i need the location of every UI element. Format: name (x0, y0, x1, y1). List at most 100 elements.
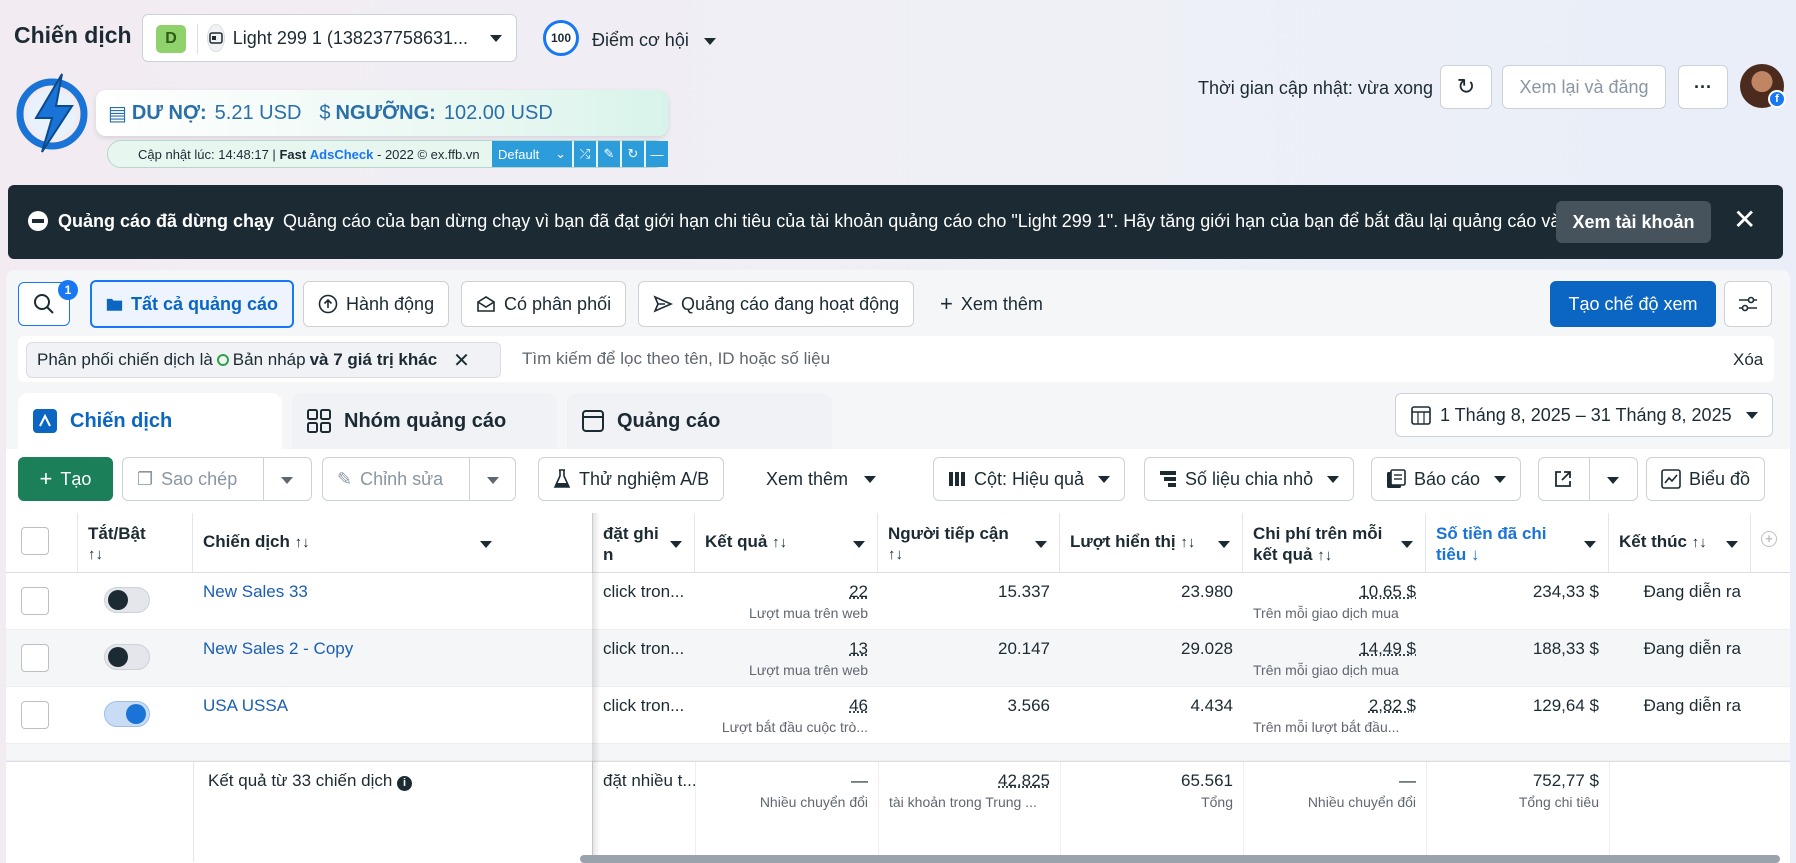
result-value[interactable]: 13 (705, 639, 868, 659)
summary-reach-value[interactable]: 42.825 (889, 771, 1050, 791)
edit-icon[interactable]: ✎ (598, 141, 620, 167)
header-attribution[interactable]: đặt ghi n (593, 513, 695, 573)
create-view-button[interactable]: Tạo chế độ xem (1550, 281, 1716, 327)
tab-adsets-label: Nhóm quảng cáo (344, 409, 507, 432)
export-button[interactable] (1538, 457, 1638, 501)
chevron-down-icon (1327, 475, 1340, 483)
tab-ads[interactable]: Quảng cáo (567, 393, 832, 449)
campaign-name-link[interactable]: USA USSA (193, 687, 593, 744)
breakdown-icon (1160, 471, 1176, 487)
header-cost-per-result[interactable]: Chi phí trên mỗi kết quả ↑↓ (1243, 513, 1426, 573)
more-options-button[interactable]: ··· (1678, 65, 1728, 109)
chevron-down-icon[interactable] (487, 477, 499, 484)
profile-select[interactable]: Default ⌄ (492, 141, 572, 167)
refresh-icon: ↻ (1456, 74, 1476, 99)
summary-spent-sub: Tổng chi tiêu (1518, 794, 1599, 810)
opportunity-score[interactable]: 100 (543, 20, 579, 56)
reports-button[interactable]: Báo cáo (1371, 457, 1522, 501)
copy-button[interactable]: ❐ Sao chép (122, 457, 312, 501)
campaign-name-link[interactable]: New Sales 33 (193, 573, 593, 630)
filter-actions-label: Hành động (346, 293, 435, 314)
result-value[interactable]: 22 (705, 582, 868, 602)
search-count-badge: 1 (58, 280, 78, 300)
results-cell: 46 Lượt bắt đầu cuộc trò... (695, 687, 878, 744)
filter-chip[interactable]: Phân phối chiến dịch là Bản nháp và 7 gi… (26, 342, 501, 378)
chevron-down-icon (853, 541, 865, 548)
cpr-value[interactable]: 10,65 $ (1253, 582, 1416, 602)
cpr-value[interactable]: 14,49 $ (1253, 639, 1416, 659)
row-checkbox[interactable] (21, 587, 49, 615)
header-ends[interactable]: Kết thúc ↑↓ (1609, 513, 1751, 573)
sort-icon: ↑↓ (1691, 534, 1707, 551)
chevron-down-icon[interactable] (1607, 477, 1619, 484)
table-row[interactable]: New Sales 2 - Copy click tron... 13 Lượt … (6, 630, 1790, 687)
review-publish-button[interactable]: Xem lại và đăng (1502, 65, 1666, 109)
toolbar-see-more[interactable]: Xem thêm (752, 457, 890, 501)
cost-per-result-cell: 14,49 $ Trên mỗi giao dịch mua (1243, 630, 1426, 687)
header-amount-spent[interactable]: Số tiền đã chi tiêu ↓ (1426, 513, 1609, 573)
more-icon: ··· (1694, 76, 1712, 97)
chevron-down-icon (1098, 475, 1111, 483)
close-icon[interactable]: ✕ (1733, 203, 1756, 236)
filter-see-more[interactable]: + Xem thêm (926, 281, 1057, 327)
horizontal-scrollbar[interactable] (580, 855, 1780, 863)
chart-button[interactable]: Biểu đồ (1646, 457, 1766, 501)
campaign-toggle[interactable] (104, 644, 150, 670)
sort-icon: ↑↓ (1317, 547, 1333, 564)
select-all-checkbox[interactable] (21, 527, 49, 555)
customize-button[interactable] (1724, 281, 1772, 327)
summary-reach-sub: tài khoản trong Trung ... (889, 794, 1037, 810)
table-row[interactable]: New Sales 33 click tron... 22 Lượt mua tr… (6, 573, 1790, 630)
status-dot-icon (216, 354, 229, 366)
breakdown-button[interactable]: Số liệu chia nhỏ (1144, 457, 1355, 501)
refresh-button[interactable]: ↻ (1440, 65, 1492, 109)
cpr-value[interactable]: 2,82 $ (1253, 696, 1416, 716)
view-account-button[interactable]: Xem tài khoản (1556, 201, 1711, 243)
edit-button[interactable]: ✎ Chỉnh sửa (322, 457, 516, 501)
close-icon[interactable]: ✕ (453, 348, 470, 373)
summary-result-value: — (851, 771, 868, 790)
header-impressions[interactable]: Lượt hiển thị ↑↓ (1060, 513, 1243, 573)
campaign-name-link[interactable]: New Sales 2 - Copy (193, 630, 593, 687)
columns-button[interactable]: Cột: Hiệu quả (933, 457, 1126, 501)
copyright: - 2022 © ex.ffb.vn (377, 146, 480, 162)
header-results[interactable]: Kết quả ↑↓ (695, 513, 878, 573)
filter-all-ads[interactable]: Tất cả quảng cáo (90, 280, 294, 328)
tab-adsets[interactable]: Nhóm quảng cáo (292, 393, 557, 449)
filter-active-ads[interactable]: Quảng cáo đang hoạt động (638, 281, 915, 327)
calendar-icon (1411, 406, 1431, 425)
create-button[interactable]: + Tạo (18, 457, 113, 501)
folder-icon (106, 298, 123, 311)
shuffle-icon[interactable]: ⤮ (574, 141, 596, 167)
ad-stopped-alert: Quảng cáo đã dừng chạy Quảng cáo của bạn… (8, 185, 1783, 259)
campaign-toggle[interactable] (104, 587, 150, 613)
clear-filters-link[interactable]: Xóa (1733, 350, 1763, 370)
filter-search-input[interactable]: Tìm kiếm để lọc theo tên, ID hoặc số liệ… (522, 349, 830, 369)
opportunity-score-label[interactable]: Điểm cơ hội (592, 30, 716, 51)
row-checkbox[interactable] (21, 644, 49, 672)
add-column-header[interactable]: + (1751, 513, 1790, 573)
account-selector[interactable]: Light 299 1 (138237758631... (142, 14, 517, 62)
result-value[interactable]: 46 (705, 696, 868, 716)
header-campaign[interactable]: Chiến dịch ↑↓ (193, 513, 593, 573)
table-row[interactable]: USA USSA click tron... 46 Lượt bắt đầu cu… (6, 687, 1790, 744)
account-name: Light 299 1 (138237758631... (232, 27, 468, 48)
filter-actions[interactable]: Hành động (303, 281, 450, 327)
date-range-picker[interactable]: 1 Tháng 8, 2025 – 31 Tháng 8, 2025 (1395, 393, 1773, 437)
header-toggle[interactable]: Tắt/Bật ↑↓ (78, 513, 193, 573)
row-checkbox[interactable] (21, 701, 49, 729)
refresh-icon[interactable]: ↻ (622, 141, 644, 167)
copy-button-label: Sao chép (161, 468, 238, 489)
reach-cell: 20.147 (998, 639, 1050, 658)
ab-test-button[interactable]: Thử nghiệm A/B (538, 457, 725, 501)
chevron-down-icon[interactable] (281, 477, 293, 484)
tab-campaigns[interactable]: Chiến dịch (18, 393, 282, 449)
minimize-icon[interactable]: — (646, 141, 668, 167)
attribution-cell: click tron... (603, 582, 685, 601)
campaign-toggle[interactable] (104, 701, 150, 727)
info-icon[interactable]: i (397, 776, 413, 791)
header-reach[interactable]: Người tiếp cận ↑↓ (878, 513, 1060, 573)
alert-title: Quảng cáo đã dừng chạy (58, 211, 275, 231)
edit-button-label: Chỉnh sửa (360, 468, 444, 489)
filter-delivery[interactable]: Có phân phối (461, 281, 627, 327)
